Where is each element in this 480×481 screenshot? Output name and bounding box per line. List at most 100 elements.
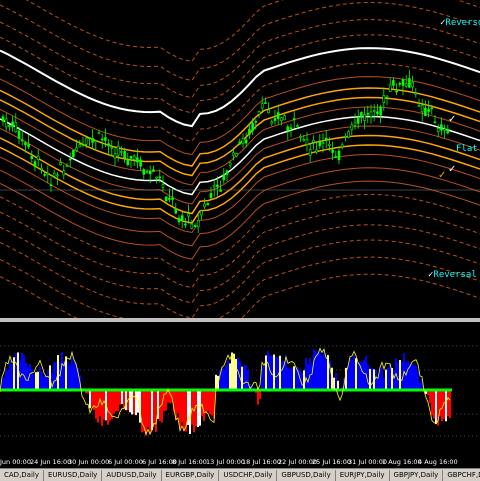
candlestick [392, 77, 395, 90]
candlestick [292, 111, 296, 129]
chart-tab[interactable]: AUDUSD,Daily [102, 469, 162, 481]
candlestick [238, 138, 242, 146]
chart-tab[interactable]: EURJPY,Daily [336, 469, 390, 481]
chart-tab[interactable]: EURGBP,Daily [162, 469, 220, 481]
candlestick [424, 100, 427, 116]
candlestick [100, 133, 104, 149]
chart-tab-bar: CAD,Daily EURUSD,Daily AUDUSD,Daily EURGBP,… [0, 468, 480, 481]
candlestick [241, 133, 245, 149]
candlestick [142, 167, 146, 180]
candlestick [68, 152, 72, 168]
candlestick [350, 121, 354, 135]
time-axis-label: 30 Jun 00:00 [68, 458, 110, 466]
candlestick [376, 103, 379, 117]
candlestick [347, 129, 350, 139]
candlestick [203, 198, 206, 210]
chart-tab[interactable]: GBPJPY,Daily [390, 469, 444, 481]
candlestick [20, 129, 24, 146]
candlestick [379, 104, 382, 124]
candlestick [267, 102, 270, 114]
candlestick [174, 203, 178, 215]
candlestick [308, 142, 312, 163]
signal-marker: ✓ [448, 164, 456, 175]
chart-tab[interactable]: GBPCHF,Daily [443, 470, 480, 481]
envelope-band-line [0, 115, 480, 196]
chart-tab[interactable]: USDCHF,Daily [219, 469, 278, 481]
candlestick [344, 133, 347, 142]
envelope-band-line [0, 125, 480, 205]
time-axis-label: 4 Aug 16:00 [418, 458, 458, 466]
candlestick [369, 104, 373, 124]
envelope-band-line [0, 256, 480, 336]
candlestick [312, 135, 315, 150]
annotation-reversal-bottom: ✓Reversal o [428, 270, 480, 280]
candlestick [206, 202, 210, 206]
candlestick [40, 163, 43, 174]
time-axis: Jun 00:00 24 Jun 16:00 30 Jun 00:00 6 Jul 0… [0, 458, 480, 468]
candlestick [260, 96, 264, 112]
candlestick [94, 140, 98, 151]
time-axis-label: 24 Jun 16:00 [30, 458, 72, 466]
candlestick [212, 179, 216, 197]
candlestick [222, 168, 226, 184]
envelope-band-line [0, 167, 480, 247]
candlestick [411, 75, 414, 92]
candlestick [27, 134, 30, 149]
candlestick [107, 139, 110, 156]
candlestick [270, 119, 274, 127]
envelope-band-line [0, 273, 480, 353]
candlestick [91, 129, 94, 150]
candlestick [72, 149, 75, 158]
candlestick [81, 136, 85, 147]
envelope-band-line [0, 153, 480, 234]
candlestick [11, 116, 14, 132]
candlestick [324, 129, 328, 148]
candlestick [180, 211, 184, 229]
time-axis-label: 25 Jul 16:00 [312, 458, 351, 466]
chart-tab[interactable]: CAD,Daily [0, 469, 45, 481]
candlestick [113, 147, 117, 167]
candlestick [1, 114, 5, 126]
candlestick [110, 140, 114, 156]
candlestick [366, 105, 370, 124]
candlestick [193, 223, 197, 228]
oscillator-canvas [0, 345, 480, 437]
candlestick [385, 95, 389, 105]
candlestick [8, 124, 11, 132]
candlestick [446, 124, 450, 135]
candlestick [299, 133, 302, 142]
time-axis-label: 13 Jul 00:00 [206, 458, 245, 466]
candlestick [46, 165, 50, 184]
price-chart-canvas: ✓✓✓ [0, 0, 480, 353]
candlestick [139, 156, 142, 171]
oscillator-pane[interactable] [0, 322, 480, 458]
envelope-band-line [0, 180, 480, 260]
envelope-band-line [0, 144, 480, 224]
candlestick [129, 155, 133, 168]
chart-tab[interactable]: EURUSD,Daily [44, 469, 103, 481]
candlestick [200, 209, 203, 220]
candlestick [334, 150, 338, 158]
candlestick [388, 78, 392, 93]
candlestick [404, 75, 408, 89]
candlestick [187, 204, 190, 224]
candlestick [257, 110, 261, 119]
candlestick [14, 113, 18, 133]
candlestick [337, 146, 341, 165]
candlestick [398, 81, 402, 88]
annotation-reversal-top: ✓Reverso [440, 18, 480, 28]
time-axis-label: 18 Jul 16:00 [242, 458, 281, 466]
candlestick [88, 137, 91, 146]
signal-marker: ✓ [438, 170, 446, 181]
candlestick [116, 140, 120, 162]
candlestick [126, 152, 130, 167]
price-chart[interactable]: ✓✓✓ ✓Reverso Flat An ✓Reversal o [0, 0, 480, 353]
time-axis-label: Jun 00:00 [0, 458, 31, 466]
candlestick [225, 169, 229, 182]
chart-tab[interactable]: GBPUSD,Daily [277, 469, 336, 481]
time-axis-label: 8 Jul 16:00 [172, 458, 207, 466]
candlestick [36, 149, 40, 167]
candlestick [340, 142, 344, 150]
envelope-band-line [0, 209, 480, 289]
envelope-band-line [0, 47, 480, 128]
